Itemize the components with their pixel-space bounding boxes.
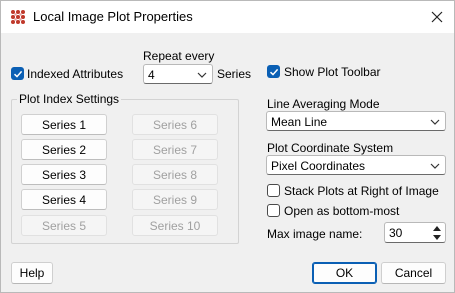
help-label: Help bbox=[19, 266, 45, 280]
ok-button[interactable]: OK bbox=[312, 262, 377, 284]
cancel-label: Cancel bbox=[394, 266, 433, 280]
coord-system-value: Pixel Coordinates bbox=[271, 159, 366, 173]
close-button[interactable] bbox=[426, 6, 448, 28]
bottom-most-checkbox[interactable] bbox=[267, 204, 280, 217]
stack-plots-checkbox[interactable] bbox=[267, 184, 280, 197]
series-3-label: Series 3 bbox=[41, 167, 87, 182]
coord-system-label: Plot Coordinate System bbox=[267, 141, 394, 155]
series-1-label: Series 1 bbox=[41, 117, 87, 132]
series-10-button: Series 10 bbox=[132, 215, 218, 236]
plot-index-title: Plot Index Settings bbox=[17, 92, 122, 106]
chevron-down-icon bbox=[432, 235, 441, 240]
series-5-label: Series 5 bbox=[41, 218, 87, 233]
close-icon bbox=[431, 11, 443, 23]
series-10-label: Series 10 bbox=[149, 218, 201, 233]
chevron-down-icon bbox=[430, 163, 440, 169]
stack-plots-label[interactable]: Stack Plots at Right of Image bbox=[284, 184, 439, 198]
series-1-button[interactable]: Series 1 bbox=[21, 114, 107, 135]
repeat-suffix-label: Series bbox=[217, 67, 252, 81]
line-averaging-value: Mean Line bbox=[271, 115, 328, 129]
window-title: Local Image Plot Properties bbox=[33, 9, 193, 24]
ok-label: OK bbox=[335, 266, 354, 280]
repeat-count-value: 4 bbox=[148, 68, 155, 82]
help-button[interactable]: Help bbox=[11, 262, 53, 284]
repeat-count-select[interactable]: 4 bbox=[143, 64, 213, 84]
chevron-down-icon bbox=[197, 72, 207, 78]
repeat-every-label: Repeat every bbox=[143, 49, 215, 63]
series-7-button: Series 7 bbox=[132, 139, 218, 160]
indexed-attributes-checkbox[interactable] bbox=[11, 67, 24, 80]
max-image-name-label: Max image name: bbox=[267, 227, 363, 241]
spin-up-button[interactable] bbox=[429, 224, 444, 233]
series-6-label: Series 6 bbox=[152, 117, 198, 132]
title-bar[interactable]: Local Image Plot Properties bbox=[1, 1, 454, 33]
show-toolbar-label[interactable]: Show Plot Toolbar bbox=[284, 65, 381, 79]
dialog-window: Local Image Plot Properties Indexed Attr… bbox=[0, 0, 455, 293]
series-8-button: Series 8 bbox=[132, 164, 218, 185]
show-toolbar-checkbox[interactable] bbox=[267, 65, 280, 78]
series-5-button: Series 5 bbox=[21, 215, 107, 236]
series-4-label: Series 4 bbox=[41, 192, 87, 207]
series-3-button[interactable]: Series 3 bbox=[21, 164, 107, 185]
series-7-label: Series 7 bbox=[152, 142, 198, 157]
checkmark-icon bbox=[269, 68, 278, 76]
series-9-label: Series 9 bbox=[152, 192, 198, 207]
bottom-most-label[interactable]: Open as bottom-most bbox=[284, 204, 399, 218]
chevron-down-icon bbox=[430, 119, 440, 125]
line-averaging-select[interactable]: Mean Line bbox=[266, 111, 446, 131]
line-averaging-label: Line Averaging Mode bbox=[267, 97, 380, 111]
series-9-button: Series 9 bbox=[132, 189, 218, 210]
indexed-attributes-label[interactable]: Indexed Attributes bbox=[27, 67, 123, 81]
coord-system-select[interactable]: Pixel Coordinates bbox=[266, 155, 446, 175]
series-2-button[interactable]: Series 2 bbox=[21, 139, 107, 160]
max-image-name-spinner[interactable]: 30 bbox=[384, 222, 446, 243]
series-4-button[interactable]: Series 4 bbox=[21, 189, 107, 210]
app-grid-icon bbox=[11, 10, 25, 24]
chevron-up-icon bbox=[432, 226, 441, 231]
spin-down-button[interactable] bbox=[429, 233, 444, 242]
series-6-button: Series 6 bbox=[132, 114, 218, 135]
checkmark-icon bbox=[13, 70, 22, 78]
cancel-button[interactable]: Cancel bbox=[381, 262, 446, 284]
series-2-label: Series 2 bbox=[41, 142, 87, 157]
max-image-name-value[interactable]: 30 bbox=[389, 226, 402, 240]
series-8-label: Series 8 bbox=[152, 167, 198, 182]
